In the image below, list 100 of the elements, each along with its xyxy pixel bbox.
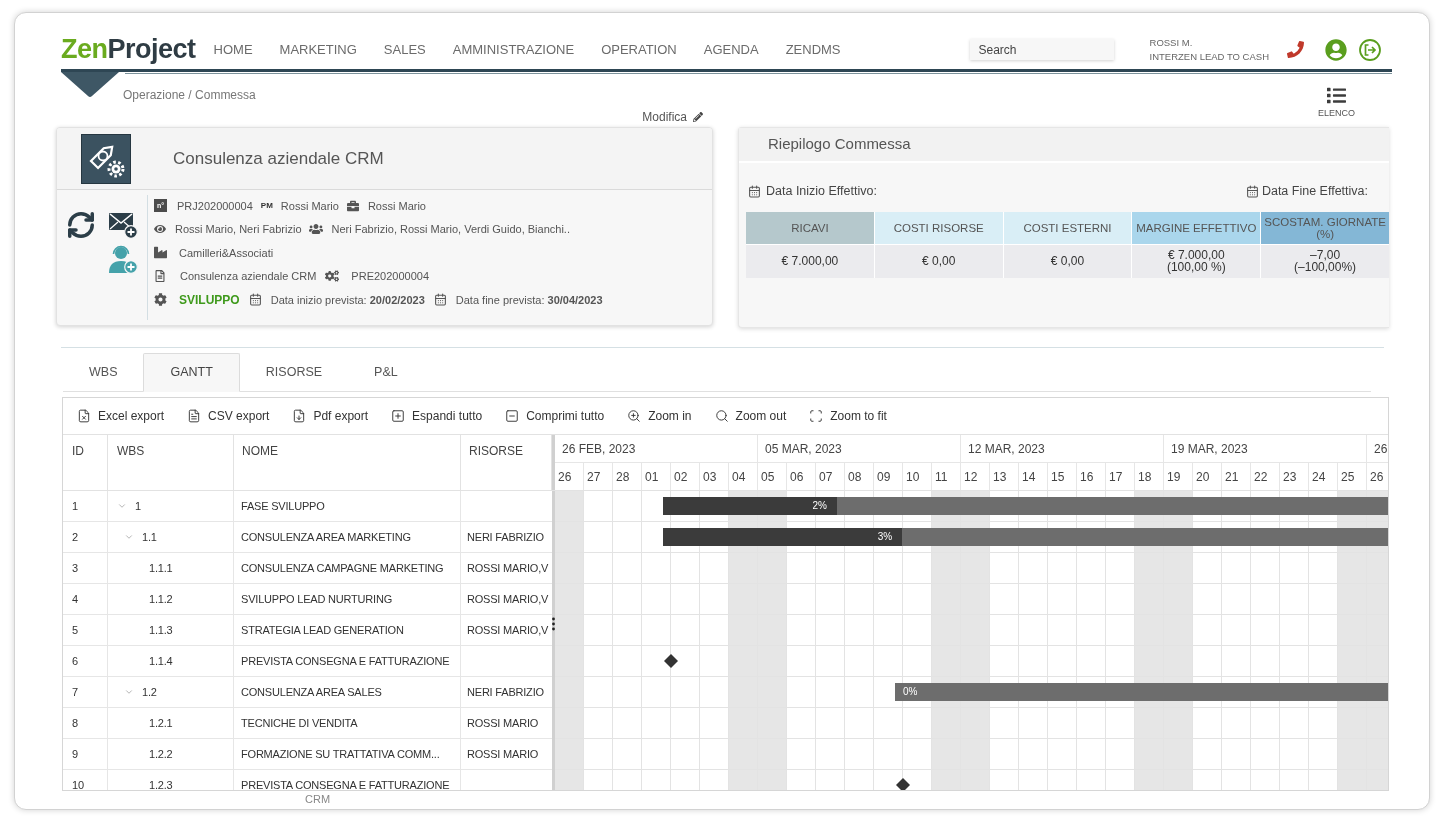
resize-handle-icon[interactable] [551, 617, 556, 631]
logo[interactable]: ZenProject [61, 36, 196, 63]
wbs-code: 1 [135, 498, 141, 514]
watchers-list: Rossi Mario, Neri Fabrizio [175, 221, 302, 238]
row-id: 6 [63, 646, 108, 676]
nav-link[interactable]: AMMINISTRAZIONE [452, 39, 575, 60]
task-name: PREVISTA CONSEGNA E FATTURAZIONE [234, 770, 461, 790]
wbs-code: 1.2.2 [149, 746, 173, 762]
milestone-icon[interactable] [664, 654, 678, 668]
user-company: INTERZEN LEAD TO CASH [1149, 49, 1269, 64]
project-icon [81, 133, 131, 184]
pm-label: PM [260, 199, 273, 212]
plus-square-icon [391, 409, 406, 423]
task-resources: NERI FABRIZIO [467, 684, 544, 700]
user-avatar-icon[interactable] [1325, 38, 1347, 61]
document-icon [154, 270, 166, 283]
zoom-to-fit-button[interactable]: Zoom to fit [809, 407, 887, 425]
day-label: 01 [642, 463, 671, 490]
phone-icon[interactable] [1287, 41, 1304, 58]
logout-icon[interactable] [1359, 38, 1381, 61]
day-label: 06 [787, 463, 816, 490]
actual-end-label: Data Fine Effettiva: [1261, 183, 1368, 200]
row-id: 1 [63, 491, 108, 521]
day-label: 05 [758, 463, 787, 490]
column-header: ID [63, 435, 108, 490]
factory-icon [154, 246, 167, 260]
search-field[interactable]: Search [969, 39, 1114, 60]
summary-title: Riepilogo Commessa [768, 134, 911, 155]
day-label: 22 [1251, 463, 1280, 490]
expand-all-button[interactable]: Espandi tutto [391, 407, 483, 425]
day-label: 18 [1135, 463, 1164, 490]
triangle-decoration [61, 72, 119, 98]
nav-link[interactable]: OPERATION [601, 39, 677, 60]
row-id: 3 [63, 553, 108, 583]
nav-link[interactable]: MARKETING [279, 39, 357, 60]
milestone-icon[interactable] [896, 778, 910, 790]
calendar-icon [1245, 184, 1259, 198]
day-label: 13 [990, 463, 1019, 490]
day-label: 21 [1222, 463, 1251, 490]
nav-link[interactable]: AGENDA [703, 39, 759, 60]
planned-end-date: Data fine prevista: 30/04/2023 [455, 292, 603, 308]
week-label: 05 MAR, 2023 [758, 435, 961, 462]
wbs-code: 1.1.2 [149, 591, 173, 607]
day-label: 11 [932, 463, 961, 490]
column-header: SCOSTAM. GIORNATE (%) [1261, 211, 1389, 244]
pdf-export-button[interactable]: Pdf export [292, 407, 369, 425]
add-user-icon[interactable] [108, 244, 138, 274]
excel-export-button[interactable]: Excel export [77, 407, 165, 425]
nav-link[interactable]: SALES [383, 39, 426, 60]
list-button[interactable]: ELENCO [1318, 86, 1355, 119]
calendar-icon [433, 293, 447, 307]
tab[interactable]: P&L [348, 353, 424, 391]
breadcrumb: Operazione / Commessa [123, 87, 256, 104]
add-mail-icon[interactable] [108, 210, 138, 239]
zoom-in-button[interactable]: Zoom in [627, 407, 692, 425]
wbs-code: 1.2 [142, 684, 157, 700]
row-id: 10 [63, 770, 108, 790]
offer-code: PRE202000004 [351, 269, 430, 284]
collapse-all-button[interactable]: Comprimi tutto [505, 407, 605, 425]
column-header: WBS [108, 435, 234, 490]
nav-link[interactable]: ZENDMS [785, 39, 841, 60]
week-label: 19 MAR, 2023 [1164, 435, 1367, 462]
row-id: 8 [63, 708, 108, 738]
edit-link[interactable]: Modifica [642, 110, 703, 124]
task-bar[interactable]: 0% [894, 683, 1388, 701]
nav-link[interactable]: HOME [213, 39, 253, 60]
task-name: CONSULENZA AREA MARKETING [234, 522, 461, 552]
project-manager: Rossi Mario [280, 198, 339, 214]
client-name: Camilleri&Associati [179, 245, 274, 261]
zoom-out-button[interactable]: Zoom out [714, 407, 787, 425]
wbs-code: 1.2.1 [149, 715, 173, 731]
table-cell: € 7.000,00 [746, 244, 874, 278]
task-resources: ROSSI MARIO,V [467, 622, 549, 638]
gears-icon [325, 269, 340, 284]
user-name: ROSSI M. [1149, 35, 1194, 50]
day-label: 16 [1077, 463, 1106, 490]
project-owner: Rossi Mario [367, 198, 426, 214]
day-label: 08 [845, 463, 874, 490]
task-bar[interactable]: 2% [662, 497, 1388, 515]
task-name: CONSULENZA CAMPAGNE MARKETING [234, 553, 461, 583]
day-label: 24 [1309, 463, 1338, 490]
csv-export-button[interactable]: CSV export [187, 407, 270, 425]
tab[interactable]: WBS [63, 353, 144, 391]
day-label: 07 [816, 463, 845, 490]
row-id: 5 [63, 615, 108, 645]
refresh-icon[interactable] [66, 210, 96, 240]
offer-name: Consulenza aziendale CRM [180, 269, 317, 284]
column-header: MARGINE EFFETTIVO [1132, 211, 1261, 244]
gear-icon [154, 293, 167, 307]
column-header: NOME [234, 435, 461, 490]
task-bar[interactable]: 3% [662, 528, 1388, 546]
magnifier-icon [714, 409, 729, 423]
calendar-icon [248, 293, 262, 307]
tab[interactable]: GANTT [143, 353, 240, 392]
task-resources: ROSSI MARIO [467, 746, 539, 762]
table-cell: –7,00 (–100,00%) [1261, 244, 1389, 278]
tab[interactable]: RISORSE [239, 353, 349, 391]
day-label: 28 [613, 463, 642, 490]
task-name: STRATEGIA LEAD GENERATION [234, 615, 461, 645]
list-icon [1327, 86, 1346, 105]
